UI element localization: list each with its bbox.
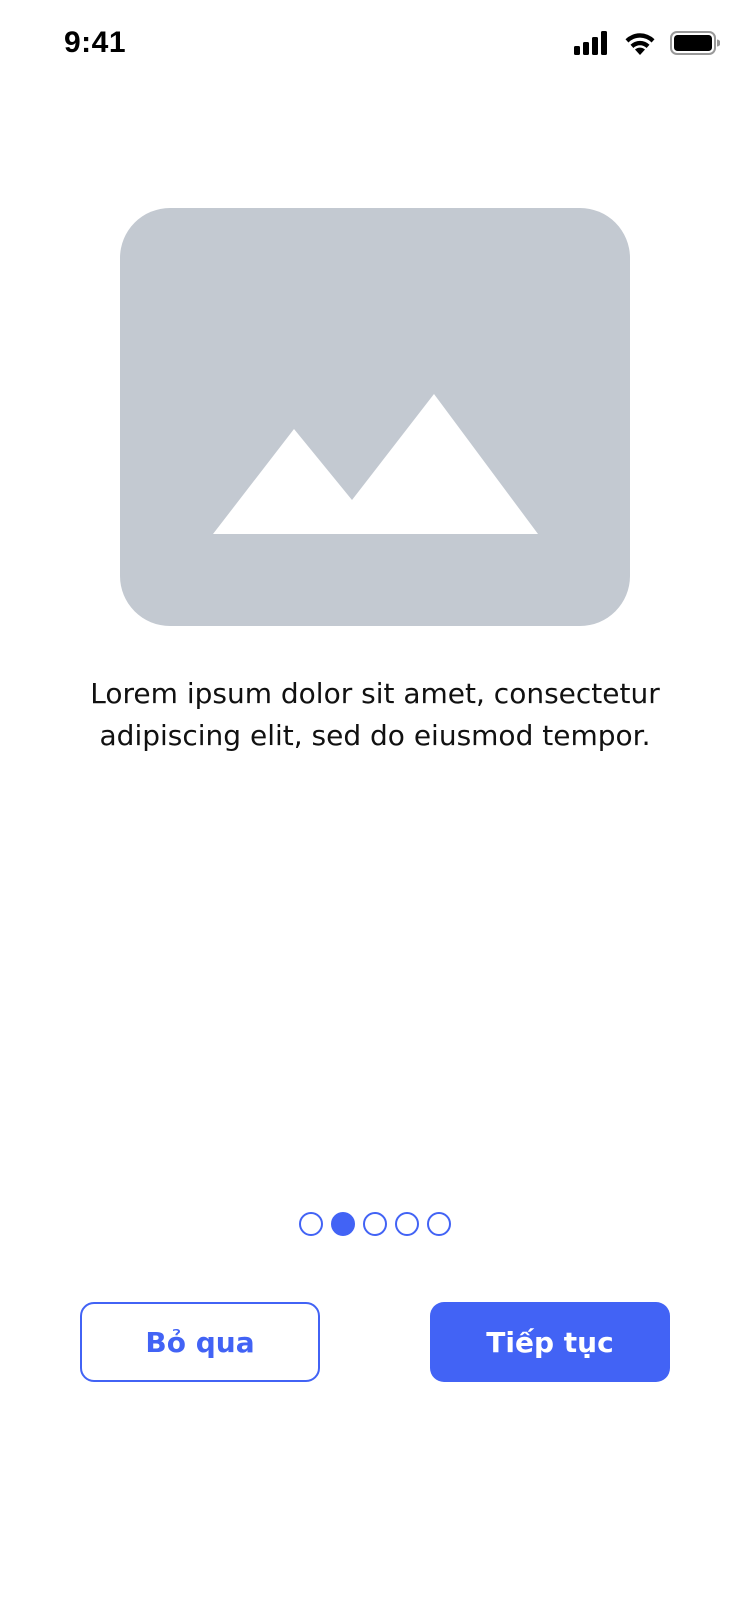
page-dot[interactable] (363, 1212, 387, 1236)
skip-button[interactable]: Bỏ qua (80, 1302, 320, 1382)
page-dot[interactable] (427, 1212, 451, 1236)
status-time: 9:41 (64, 26, 127, 59)
cellular-signal-icon (574, 31, 610, 59)
image-placeholder-icon (213, 394, 538, 534)
battery-icon (670, 31, 721, 59)
status-icons (574, 30, 721, 60)
page-dot[interactable] (299, 1212, 323, 1236)
status-bar: 9:41 (0, 0, 750, 92)
onboarding-description: Lorem ipsum dolor sit amet, consectetur … (90, 677, 660, 752)
continue-button[interactable]: Tiếp tục (430, 1302, 670, 1382)
page-dot-active[interactable] (331, 1212, 355, 1236)
page-dot[interactable] (395, 1212, 419, 1236)
wifi-icon (624, 31, 656, 59)
onboarding-illustration (120, 208, 630, 626)
page-indicator (0, 1212, 750, 1236)
